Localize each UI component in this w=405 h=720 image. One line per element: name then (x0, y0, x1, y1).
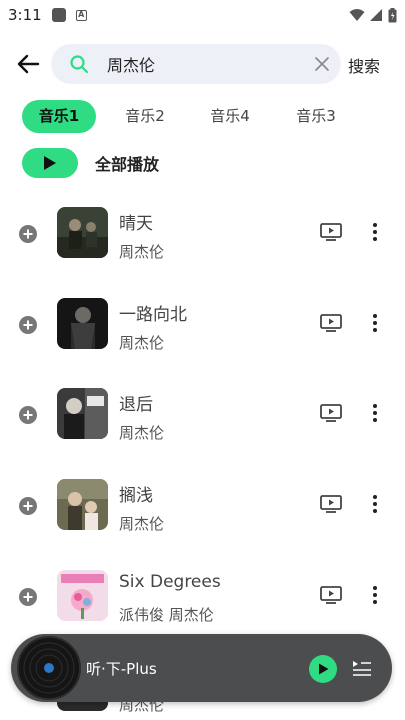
status-icons (349, 7, 397, 23)
playlist-icon[interactable] (352, 658, 372, 678)
disc-center (44, 663, 54, 673)
accessibility-notification-icon: A (75, 9, 87, 21)
album-cover (57, 388, 108, 439)
play-all-label: 全部播放 (95, 155, 160, 174)
play-all-row[interactable]: 全部播放 (22, 148, 159, 178)
song-item[interactable]: Six Degrees 派伟俊 周杰伦 (0, 562, 405, 632)
battery-icon (388, 7, 397, 22)
clear-icon[interactable] (313, 55, 331, 73)
mv-icon[interactable] (320, 223, 342, 241)
tab-music-1[interactable]: 音乐1 (22, 100, 96, 133)
song-item[interactable]: 搁浅 周杰伦 (0, 471, 405, 541)
mv-icon[interactable] (320, 586, 342, 604)
more-vert-icon[interactable] (368, 221, 382, 243)
add-circle-icon[interactable] (18, 405, 38, 425)
status-bar: 3:11 A (0, 0, 405, 30)
more-vert-icon[interactable] (368, 312, 382, 334)
search-icon (70, 55, 89, 74)
add-circle-icon[interactable] (18, 315, 38, 335)
song-artist: 派伟俊 周杰伦 (119, 606, 214, 624)
back-arrow-icon[interactable] (14, 50, 42, 78)
song-title: 一路向北 (119, 305, 187, 325)
song-title: 退后 (119, 395, 153, 415)
album-cover (57, 479, 108, 530)
search-input[interactable] (107, 54, 297, 73)
search-row: 搜索 (0, 42, 405, 86)
album-cover (57, 298, 108, 349)
player-play-button[interactable] (309, 655, 337, 683)
play-icon (44, 156, 56, 170)
search-button[interactable]: 搜索 (348, 53, 380, 77)
song-artist: 周杰伦 (119, 424, 165, 442)
play-all-button[interactable] (22, 148, 78, 178)
mv-icon[interactable] (320, 404, 342, 422)
play-icon (318, 663, 328, 675)
more-vert-icon[interactable] (368, 493, 382, 515)
song-item[interactable]: 退后 周杰伦 (0, 380, 405, 450)
more-vert-icon[interactable] (368, 402, 382, 424)
song-title: Six Degrees (119, 572, 221, 592)
add-circle-icon[interactable] (18, 224, 38, 244)
album-cover (57, 570, 108, 621)
tab-music-2[interactable]: 音乐2 (110, 100, 180, 133)
wifi-icon (349, 9, 365, 21)
notification-icon (51, 8, 66, 22)
song-artist: 周杰伦 (119, 243, 165, 261)
search-box[interactable] (51, 44, 341, 84)
source-tabs: 音乐1 音乐2 音乐4 音乐3 (0, 100, 405, 133)
status-time: 3:11 (8, 6, 42, 24)
song-title: 晴天 (119, 214, 153, 234)
song-item[interactable]: 一路向北 周杰伦 (0, 290, 405, 360)
vinyl-disc-icon[interactable] (17, 636, 81, 700)
song-artist: 周杰伦 (119, 515, 165, 533)
mini-player[interactable]: 听·下-Plus (11, 634, 392, 702)
add-circle-icon[interactable] (18, 496, 38, 516)
song-title: 搁浅 (119, 486, 153, 506)
tab-music-3[interactable]: 音乐3 (281, 100, 351, 133)
more-vert-icon[interactable] (368, 584, 382, 606)
song-artist: 周杰伦 (119, 334, 165, 352)
add-circle-icon[interactable] (18, 587, 38, 607)
player-track-title: 听·下-Plus (86, 660, 157, 678)
album-cover (57, 207, 108, 258)
mv-icon[interactable] (320, 314, 342, 332)
mv-icon[interactable] (320, 495, 342, 513)
song-item[interactable]: 晴天 周杰伦 (0, 199, 405, 269)
signal-icon (370, 9, 382, 21)
tab-music-4[interactable]: 音乐4 (195, 100, 265, 133)
